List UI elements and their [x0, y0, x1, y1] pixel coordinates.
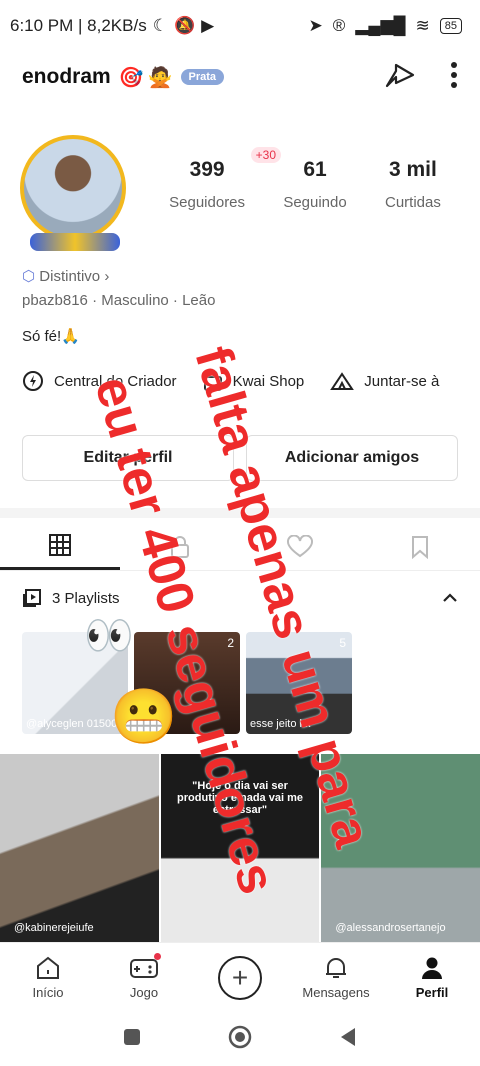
nav-profile[interactable]: Perfil — [384, 955, 480, 1000]
tab-liked[interactable] — [240, 523, 360, 570]
person-icon: 🙅 — [147, 66, 173, 89]
back-icon[interactable] — [339, 1027, 357, 1052]
creator-center-link[interactable]: Central do Criador — [22, 370, 177, 392]
target-icon: 🎯 — [118, 66, 144, 89]
plus-icon: + — [218, 955, 262, 1000]
profile-meta: pbazb816 · Masculino · Leão — [22, 292, 216, 309]
wifi-icon: ≋ — [415, 16, 430, 35]
followers-delta-badge: +30 — [250, 147, 282, 163]
battery-icon: 85 — [439, 18, 462, 34]
add-friends-button[interactable]: Adicionar amigos — [246, 435, 458, 481]
moon-icon: ☾ — [152, 16, 168, 35]
stat-followers[interactable]: 399 +30 Seguidores — [169, 147, 282, 211]
mute-icon: 🔕 — [173, 16, 196, 35]
tab-saved[interactable] — [360, 523, 480, 570]
person-icon — [422, 957, 442, 979]
tent-icon — [330, 372, 355, 390]
home-circle-icon[interactable] — [228, 1025, 252, 1054]
video-grid: @kabinerejeiufe "Hoje o dia vai ser prod… — [0, 754, 480, 942]
playlist-cards: @alyceglen 01500015403 2 ência 5 esse je… — [22, 632, 352, 734]
profile-bio: Só fé!🙏 — [22, 328, 80, 345]
content-tabs — [0, 523, 480, 571]
avatar[interactable] — [20, 135, 130, 251]
bell-icon — [326, 958, 346, 978]
eyes-emoji: 👀 — [84, 614, 134, 658]
hexagon-icon: ⬡ — [22, 268, 36, 285]
chevron-up-icon[interactable] — [442, 590, 458, 607]
stat-likes[interactable]: 3 mil Curtidas — [385, 158, 441, 211]
distintivo-link[interactable]: ⬡ Distintivo › — [22, 267, 109, 285]
lightning-icon — [23, 371, 43, 391]
profile-links: Central do Criador Kwai Shop Juntar-se à — [22, 370, 439, 392]
grid-icon — [49, 534, 71, 556]
join-link[interactable]: Juntar-se à — [330, 370, 439, 392]
heart-icon — [287, 534, 313, 557]
youtube-icon: ▶ — [201, 16, 215, 35]
tier-badge[interactable]: Prata — [180, 69, 225, 85]
chevron-right-icon: › — [104, 268, 110, 285]
tab-posts[interactable] — [0, 523, 120, 570]
bottom-navigation: Início Jogo + Mensagens Perfil — [0, 942, 480, 1012]
share-icon[interactable] — [384, 61, 416, 94]
status-bar: 6:10 PM | 8,2KB/s ☾ 🔕 ▶ ➤ ® ▂▄▆█ ≋ 85 — [0, 0, 480, 52]
recent-apps-icon[interactable] — [123, 1028, 141, 1051]
avatar-frame-decoration — [30, 233, 120, 251]
nav-create[interactable]: + — [192, 955, 288, 1000]
video-thumbnail[interactable]: @kabinerejeiufe — [0, 754, 159, 942]
tab-private[interactable] — [120, 523, 240, 570]
registered-icon: ® — [332, 16, 346, 35]
edit-profile-button[interactable]: Editar perfil — [22, 435, 234, 481]
lock-icon — [171, 535, 189, 558]
playlist-card[interactable]: 5 esse jeito kk — [246, 632, 352, 734]
bag-icon — [203, 370, 222, 391]
kwai-shop-link[interactable]: Kwai Shop — [203, 370, 304, 392]
playlist-icon — [23, 589, 41, 607]
video-thumbnail[interactable]: @alessandrosertanejo — [321, 754, 480, 942]
grin-emoji: 😬 — [110, 687, 178, 747]
location-icon: ➤ — [308, 16, 323, 35]
notification-dot — [153, 953, 161, 960]
playlists-header[interactable]: 3 Playlists — [22, 588, 458, 608]
video-thumbnail[interactable]: "Hoje o dia vai ser produtivo e nada vai… — [160, 754, 320, 942]
nav-home[interactable]: Início — [0, 955, 96, 1000]
home-icon — [37, 956, 59, 979]
username: enodram — [22, 65, 111, 88]
stat-following[interactable]: 61 Seguindo — [283, 158, 346, 211]
nav-game[interactable]: Jogo — [96, 953, 192, 1000]
nav-messages[interactable]: Mensagens — [288, 955, 384, 1000]
profile-header: enodram 🎯 🙅 Prata — [0, 55, 480, 99]
bookmark-icon — [412, 535, 428, 559]
status-time: 6:10 PM | 8,2KB/s — [10, 16, 147, 35]
section-divider — [0, 508, 480, 518]
signal-icon: ▂▄▆█ — [355, 16, 406, 35]
more-icon[interactable] — [450, 61, 458, 94]
profile-stats: 399 +30 Seguidores 61 Seguindo 3 mil Cur… — [150, 147, 460, 211]
system-navigation — [0, 1012, 480, 1066]
